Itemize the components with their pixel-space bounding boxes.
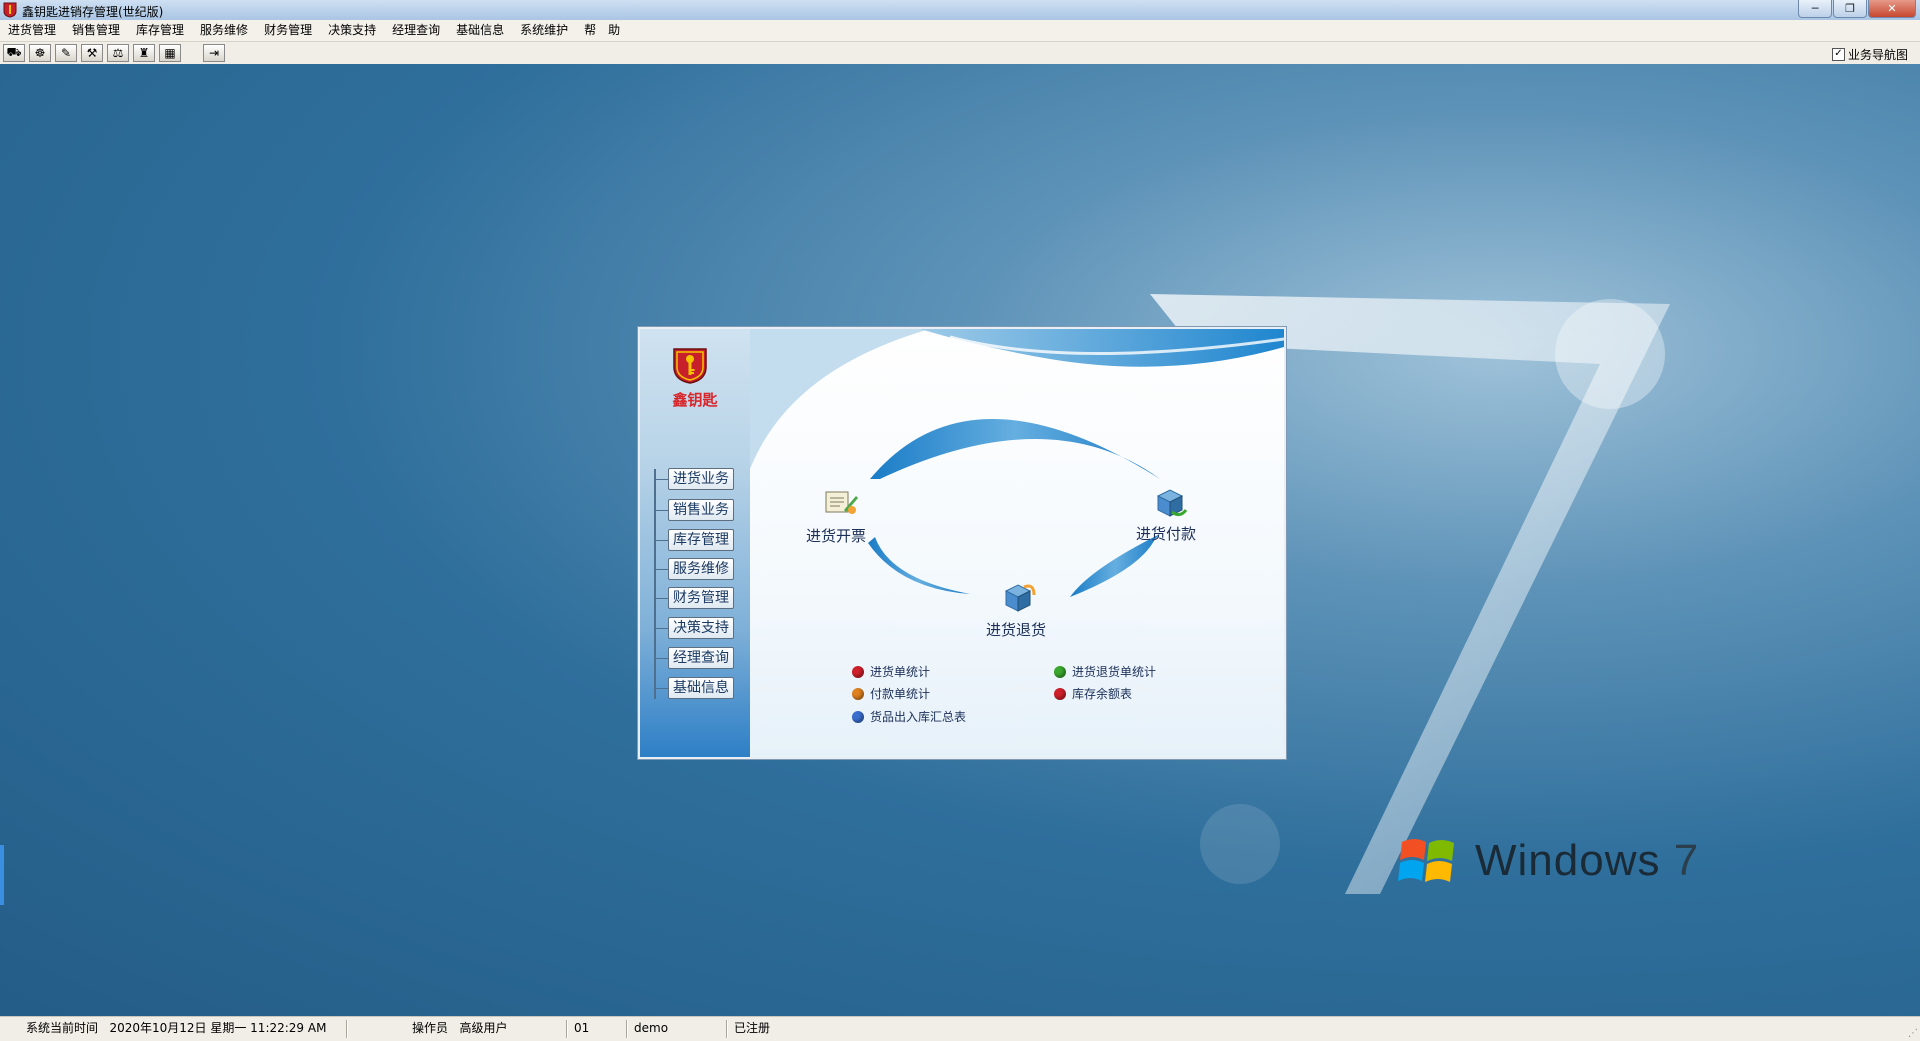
- menu-inventory[interactable]: 库存管理: [128, 20, 192, 41]
- sidebar-rail: [654, 469, 656, 699]
- purchase-icon[interactable]: ⛟: [3, 44, 25, 62]
- report-goods-io-summary[interactable]: 货品出入库汇总表: [852, 708, 966, 725]
- report-label: 进货单统计: [870, 665, 931, 679]
- top-wave: [920, 329, 1284, 367]
- status-user: demo: [634, 1021, 669, 1035]
- purchase-flow-area: 进货开票 进货付款 进货退货 进货单统计 进货退货单统计 付款单统计 库存余额表…: [750, 329, 1284, 757]
- status-registration: 已注册: [734, 1021, 771, 1035]
- flow-label-invoice[interactable]: 进货开票: [806, 525, 866, 546]
- menu-sales[interactable]: 销售管理: [64, 20, 128, 41]
- exit-icon[interactable]: ⇥: [203, 44, 225, 62]
- status-bar: 系统当前时间 2020年10月12日 星期一 11:22:29 AM 操作员 高…: [0, 1016, 1920, 1041]
- sidebar-item-finance[interactable]: 财务管理: [655, 587, 734, 609]
- invoice-icon[interactable]: [820, 484, 860, 520]
- menu-help[interactable]: 帮 助: [576, 20, 628, 41]
- nav-map-label: 业务导航图: [1847, 48, 1908, 62]
- report-label: 货品出入库汇总表: [870, 710, 967, 724]
- menu-purchase[interactable]: 进货管理: [0, 20, 64, 41]
- windows-flag-icon: [1398, 839, 1454, 882]
- flow-arc-left: [868, 537, 970, 594]
- payment-icon[interactable]: [1150, 484, 1190, 520]
- maximize-button[interactable]: ❐: [1833, 0, 1867, 18]
- flow-label-payment[interactable]: 进货付款: [1136, 523, 1196, 544]
- close-button[interactable]: ✕: [1868, 0, 1916, 18]
- report-purchase-stats[interactable]: 进货单统计: [852, 663, 930, 680]
- report-inventory-balance[interactable]: 库存余额表: [1054, 685, 1132, 702]
- status-time-label: 系统当前时间: [26, 1021, 99, 1035]
- sidebar-item-manager-query[interactable]: 经理查询: [655, 647, 734, 669]
- finance-icon[interactable]: ⚖: [107, 44, 129, 62]
- green-dot-icon: [1054, 665, 1066, 678]
- calculator-icon[interactable]: ▦: [159, 44, 181, 62]
- report-label: 付款单统计: [870, 687, 931, 701]
- flag-red: [1400, 839, 1426, 860]
- red-dot-icon: [852, 665, 864, 678]
- flow-arc-top: [870, 419, 1160, 479]
- minimize-button[interactable]: ─: [1798, 0, 1832, 18]
- status-code: 01: [574, 1021, 590, 1035]
- flag-blue: [1398, 860, 1424, 881]
- flow-label-return[interactable]: 进货退货: [986, 619, 1046, 640]
- sidebar-item-service[interactable]: 服务维修: [655, 558, 734, 580]
- desktop-edge-marker: [0, 845, 4, 905]
- report-payment-stats[interactable]: 付款单统计: [852, 685, 930, 702]
- window-title: 鑫钥匙进销存管理(世纪版): [22, 5, 164, 19]
- service-icon[interactable]: ⚒: [81, 44, 103, 62]
- sales-icon[interactable]: ☸: [29, 44, 51, 62]
- key-shield-logo-icon: [673, 348, 707, 384]
- menu-service[interactable]: 服务维修: [192, 20, 256, 41]
- app-shield-icon: [3, 2, 17, 18]
- sidebar-item-inventory[interactable]: 库存管理: [655, 529, 734, 551]
- status-divider: [346, 1020, 348, 1038]
- flag-green: [1427, 840, 1454, 861]
- windows-brand-text: Windows 7: [1475, 836, 1699, 886]
- toolbar: ⛟ ☸ ✎ ⚒ ⚖ ♜ ▦ ⇥ ✓ 业务导航图: [0, 42, 1920, 65]
- panel-sidebar: 鑫钥匙 进货业务 销售业务 库存管理 服务维修 财务管理 决策支持 经理查询 基…: [640, 329, 750, 757]
- brand-name: Windows: [1475, 836, 1661, 885]
- return-icon[interactable]: [1000, 579, 1040, 615]
- menu-manager-query[interactable]: 经理查询: [384, 20, 448, 41]
- title-bar: 鑫钥匙进销存管理(世纪版) ─ ❐ ✕: [0, 0, 1920, 21]
- status-time: 系统当前时间 2020年10月12日 星期一 11:22:29 AM: [20, 1017, 326, 1041]
- report-label: 进货退货单统计: [1072, 665, 1157, 679]
- brand-version: 7: [1673, 836, 1700, 885]
- menu-basic-info[interactable]: 基础信息: [448, 20, 512, 41]
- menu-finance[interactable]: 财务管理: [256, 20, 320, 41]
- report-label: 库存余额表: [1072, 687, 1133, 701]
- menu-bar: 进货管理 销售管理 库存管理 服务维修 财务管理 决策支持 经理查询 基础信息 …: [0, 20, 1920, 42]
- report-return-stats[interactable]: 进货退货单统计: [1054, 663, 1156, 680]
- nav-map-toggle[interactable]: ✓ 业务导航图: [1831, 46, 1908, 63]
- status-operator-value: 高级用户: [459, 1021, 508, 1035]
- window-controls: ─ ❐ ✕: [1797, 0, 1916, 19]
- resize-grip-icon[interactable]: ⋰: [1908, 1028, 1918, 1039]
- nav-map-checkbox[interactable]: ✓: [1831, 48, 1845, 61]
- status-operator: 操作员 高级用户: [406, 1017, 507, 1041]
- sidebar-item-decision[interactable]: 决策支持: [655, 617, 734, 639]
- red-dot-icon: [1054, 687, 1066, 700]
- menu-decision[interactable]: 决策支持: [320, 20, 384, 41]
- flag-yellow: [1425, 861, 1452, 882]
- sidebar-item-sales[interactable]: 销售业务: [655, 499, 734, 521]
- blue-dot-icon: [852, 710, 864, 723]
- sidebar-item-purchase[interactable]: 进货业务: [655, 468, 734, 490]
- status-operator-label: 操作员: [412, 1021, 449, 1035]
- inventory-icon[interactable]: ✎: [55, 44, 77, 62]
- business-navigation-panel: 鑫钥匙 进货业务 销售业务 库存管理 服务维修 财务管理 决策支持 经理查询 基…: [638, 327, 1286, 759]
- orange-dot-icon: [852, 687, 864, 700]
- sidebar-item-basic-info[interactable]: 基础信息: [655, 677, 734, 699]
- status-datetime: 2020年10月12日 星期一 11:22:29 AM: [109, 1021, 327, 1035]
- toolbar-buttons: ⛟ ☸ ✎ ⚒ ⚖ ♜ ▦ ⇥: [3, 44, 229, 62]
- brand-logo-text: 鑫钥匙: [672, 391, 718, 409]
- decision-icon[interactable]: ♜: [133, 44, 155, 62]
- menu-system[interactable]: 系统维护: [512, 20, 576, 41]
